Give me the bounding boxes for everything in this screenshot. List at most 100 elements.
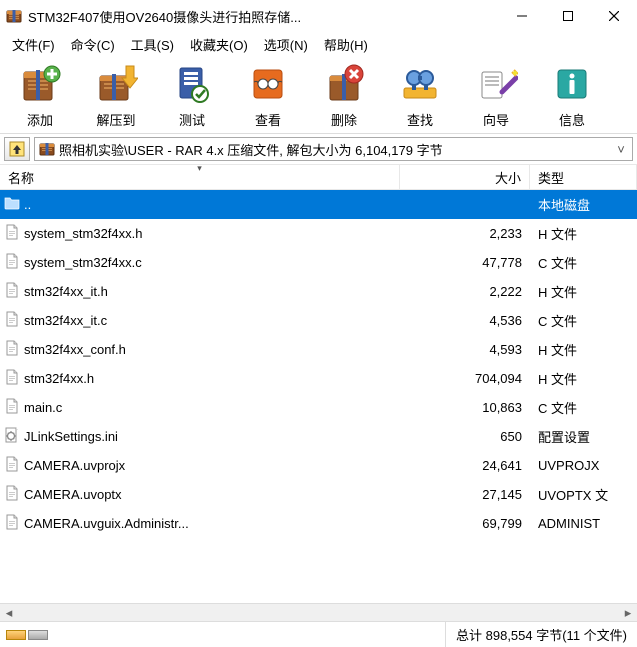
file-list[interactable]: ..本地磁盘 system_stm32f4xx.h 2,233 H 文件 system_… xyxy=(0,190,637,603)
file-row[interactable]: stm32f4xx_conf.h4,593H 文件 xyxy=(0,335,637,364)
file-size-cell: 4,593 xyxy=(400,342,530,357)
address-bar: 照相机实验\USER - RAR 4.x 压缩文件, 解包大小为 6,104,1… xyxy=(0,134,637,164)
file-icon xyxy=(4,485,20,504)
column-label: 名称 xyxy=(8,168,34,187)
sort-indicator-icon: ▾ xyxy=(197,163,202,174)
file-row[interactable]: stm32f4xx_it.h2,222H 文件 xyxy=(0,277,637,306)
up-folder-button[interactable] xyxy=(4,137,30,161)
file-icon xyxy=(4,340,20,359)
toolbar-label: 添加 xyxy=(27,110,53,129)
file-name-label: CAMERA.uvguix.Administr... xyxy=(24,516,189,531)
file-name-label: main.c xyxy=(24,400,62,415)
file-icon xyxy=(4,398,20,417)
wizard-icon xyxy=(474,62,518,106)
menu-tools[interactable]: 工具(S) xyxy=(123,32,182,57)
file-name-cell: .. xyxy=(0,195,400,214)
menu-help[interactable]: 帮助(H) xyxy=(316,32,376,57)
address-text: 照相机实验\USER - RAR 4.x 压缩文件, 解包大小为 6,104,1… xyxy=(59,140,610,159)
file-row[interactable]: system_stm32f4xx.h2,233H 文件 xyxy=(0,219,637,248)
file-name-label: system_stm32f4xx.h xyxy=(24,226,143,241)
file-type-cell: 配置设置 xyxy=(530,427,637,446)
status-left xyxy=(0,630,445,640)
file-size-cell: 650 xyxy=(400,429,530,444)
close-button[interactable] xyxy=(591,0,637,32)
file-name-cell: stm32f4xx_it.h xyxy=(0,282,400,301)
toolbar-view-button[interactable]: 查看 xyxy=(230,60,306,131)
toolbar-info-button[interactable]: 信息 xyxy=(534,60,610,131)
toolbar-label: 测试 xyxy=(179,110,205,129)
toolbar-extract-button[interactable]: 解压到 xyxy=(78,60,154,131)
file-name-label: stm32f4xx_conf.h xyxy=(24,342,126,357)
address-field[interactable]: 照相机实验\USER - RAR 4.x 压缩文件, 解包大小为 6,104,1… xyxy=(34,137,633,161)
file-name-label: CAMERA.uvoptx xyxy=(24,487,122,502)
toolbar-label: 解压到 xyxy=(96,110,135,129)
key-icon xyxy=(28,630,48,640)
file-name-label: stm32f4xx_it.c xyxy=(24,313,107,328)
file-name-cell: stm32f4xx_conf.h xyxy=(0,340,400,359)
file-row[interactable]: stm32f4xx_it.c4,536C 文件 xyxy=(0,306,637,335)
info-icon xyxy=(550,62,594,106)
file-row[interactable]: CAMERA.uvprojx24,641UVPROJX xyxy=(0,451,637,480)
file-icon xyxy=(4,456,20,475)
file-type-cell: ADMINIST xyxy=(530,516,637,531)
file-name-label: stm32f4xx_it.h xyxy=(24,284,108,299)
scroll-track[interactable] xyxy=(18,604,619,621)
file-name-cell: system_stm32f4xx.c xyxy=(0,253,400,272)
file-row[interactable]: main.c 10,863C 文件 xyxy=(0,393,637,422)
file-name-cell: JLinkSettings.ini xyxy=(0,427,400,446)
toolbar-test-button[interactable]: 测试 xyxy=(154,60,230,131)
file-name-cell: stm32f4xx.h xyxy=(0,369,400,388)
file-row[interactable]: CAMERA.uvguix.Administr...69,799ADMINIST xyxy=(0,509,637,538)
file-size-cell: 2,233 xyxy=(400,226,530,241)
file-row[interactable]: stm32f4xx.h704,094H 文件 xyxy=(0,364,637,393)
file-size-cell: 10,863 xyxy=(400,400,530,415)
file-icon xyxy=(4,427,20,446)
file-name-cell: CAMERA.uvguix.Administr... xyxy=(0,514,400,533)
file-name-label: stm32f4xx.h xyxy=(24,371,94,386)
view-icon xyxy=(246,62,290,106)
file-row[interactable]: ..本地磁盘 xyxy=(0,190,637,219)
menu-favorites[interactable]: 收藏夹(O) xyxy=(182,32,256,57)
minimize-button[interactable] xyxy=(499,0,545,32)
address-dropdown-button[interactable]: ˅ xyxy=(614,142,628,157)
menu-command[interactable]: 命令(C) xyxy=(63,32,123,57)
up-arrow-icon xyxy=(9,141,25,157)
column-header-size[interactable]: 大小 xyxy=(400,165,530,189)
toolbar-add-button[interactable]: 添加 xyxy=(2,60,78,131)
file-icon xyxy=(4,282,20,301)
file-size-cell: 704,094 xyxy=(400,371,530,386)
maximize-button[interactable] xyxy=(545,0,591,32)
file-row[interactable]: CAMERA.uvoptx27,145UVOPTX 文 xyxy=(0,480,637,509)
toolbar-label: 删除 xyxy=(331,110,357,129)
file-size-cell: 24,641 xyxy=(400,458,530,473)
file-icon xyxy=(4,224,20,243)
column-header-row: 名称 ▾ 大小 类型 xyxy=(0,164,637,190)
toolbar-delete-button[interactable]: 删除 xyxy=(306,60,382,131)
file-type-cell: UVPROJX xyxy=(530,458,637,473)
file-icon xyxy=(4,514,20,533)
file-name-label: system_stm32f4xx.c xyxy=(24,255,142,270)
file-type-cell: H 文件 xyxy=(530,282,637,301)
column-header-name[interactable]: 名称 ▾ xyxy=(0,165,400,189)
menu-options[interactable]: 选项(N) xyxy=(256,32,316,57)
file-icon xyxy=(4,369,20,388)
file-type-cell: C 文件 xyxy=(530,398,637,417)
toolbar-label: 向导 xyxy=(483,110,509,129)
menu-file[interactable]: 文件(F) xyxy=(4,32,63,57)
horizontal-scrollbar[interactable]: ◂ ▸ xyxy=(0,603,637,621)
scroll-left-button[interactable]: ◂ xyxy=(0,604,18,621)
toolbar-find-button[interactable]: 查找 xyxy=(382,60,458,131)
scroll-right-button[interactable]: ▸ xyxy=(619,604,637,621)
file-row[interactable]: system_stm32f4xx.c47,778C 文件 xyxy=(0,248,637,277)
app-icon xyxy=(6,8,22,24)
file-row[interactable]: JLinkSettings.ini 650配置设置 xyxy=(0,422,637,451)
file-icon xyxy=(4,195,20,214)
delete-icon xyxy=(322,62,366,106)
file-name-label: JLinkSettings.ini xyxy=(24,429,118,444)
status-summary: 总计 898,554 字节(11 个文件) xyxy=(445,622,637,647)
key-icon xyxy=(6,630,26,640)
toolbar-wizard-button[interactable]: 向导 xyxy=(458,60,534,131)
test-icon xyxy=(170,62,214,106)
column-label: 大小 xyxy=(495,168,521,187)
column-header-type[interactable]: 类型 xyxy=(530,165,637,189)
